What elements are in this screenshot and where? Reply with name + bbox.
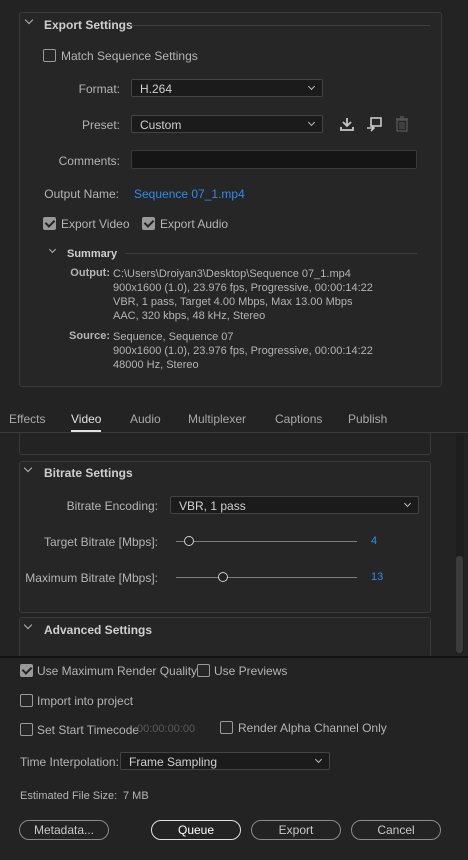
preset-label: Preset: [81,118,120,132]
start-timecode-value: 00:00:00:00 [137,723,196,735]
match-sequence-checkbox[interactable] [43,49,56,62]
preset-select[interactable]: Custom [131,115,323,133]
bitrate-settings-heading: Bitrate Settings [44,466,133,480]
previous-panel-bottom [19,433,431,455]
summary-heading: Summary [67,248,118,260]
divider [130,25,430,26]
render-alpha-checkbox[interactable] [220,721,233,734]
scrollbar-thumb[interactable] [456,556,463,653]
target-bitrate-label: Target Bitrate [Mbps]: [43,535,158,549]
import-into-project-label[interactable]: Import into project [37,694,133,708]
divider [125,253,417,254]
tab-video[interactable]: Video [71,412,101,426]
output-name-label: Output Name: [44,187,119,201]
export-video-checkbox[interactable] [43,217,56,230]
time-interpolation-select[interactable]: Frame Sampling [120,752,330,770]
summary-output-line: VBR, 1 pass, Target 4.00 Mbps, Max 13.00… [113,296,353,308]
chevron-down-icon [307,118,316,127]
import-preset-icon[interactable] [366,116,383,132]
summary-source-line: 900x1600 (1.0), 23.976 fps, Progressive,… [113,345,373,357]
export-button[interactable]: Export [251,820,341,840]
bitrate-encoding-label: Bitrate Encoding: [66,499,158,513]
cancel-button[interactable]: Cancel [351,820,441,840]
target-bitrate-value[interactable]: 4 [371,535,377,547]
chevron-down-icon [314,755,323,764]
set-start-timecode-checkbox[interactable] [20,723,33,736]
summary-output-line: 900x1600 (1.0), 23.976 fps, Progressive,… [113,282,373,294]
metadata-button[interactable]: Metadata... [19,820,109,840]
estimated-file-size-value: 7 MB [123,790,149,802]
summary-output-line: C:\Users\Droiyan3\Desktop\Sequence 07_1.… [113,268,351,280]
export-audio-label[interactable]: Export Audio [160,217,228,231]
tab-publish[interactable]: Publish [348,412,387,426]
target-bitrate-track[interactable] [176,541,357,542]
match-sequence-label[interactable]: Match Sequence Settings [61,49,198,63]
estimated-file-size-label: Estimated File Size: [20,790,118,802]
output-name-link[interactable]: Sequence 07_1.mp4 [134,187,245,201]
max-bitrate-track[interactable] [176,577,357,578]
tab-captions[interactable]: Captions [275,412,322,426]
max-bitrate-thumb[interactable] [218,572,229,582]
export-video-label[interactable]: Export Video [61,217,130,231]
chevron-down-icon [307,82,316,91]
summary-source-line: 48000 Hz, Stereo [113,359,199,371]
chevron-down-icon [403,499,412,508]
preset-value: Custom [140,118,182,132]
bitrate-encoding-value: VBR, 1 pass [179,499,246,513]
format-value: H.264 [140,82,173,96]
tab-multiplexer[interactable]: Multiplexer [188,412,246,426]
export-audio-checkbox[interactable] [142,217,155,230]
max-render-quality-label[interactable]: Use Maximum Render Quality [37,664,197,678]
use-previews-checkbox[interactable] [197,664,210,677]
summary-output-key: Output: [70,267,110,279]
format-label: Format: [78,82,120,96]
delete-preset-icon[interactable] [395,116,409,132]
set-start-timecode-label[interactable]: Set Start Timecode [37,723,139,737]
import-into-project-checkbox[interactable] [20,694,33,707]
use-previews-label[interactable]: Use Previews [214,664,287,678]
format-select[interactable]: H.264 [131,79,323,97]
summary-source-key: Source: [69,330,110,342]
target-bitrate-thumb[interactable] [183,536,194,546]
advanced-settings-heading: Advanced Settings [44,623,153,637]
comments-field[interactable] [131,150,417,169]
save-preset-icon[interactable] [339,116,355,132]
time-interpolation-label: Time Interpolation: [20,755,119,769]
tab-effects[interactable]: Effects [9,412,45,426]
summary-source-line: Sequence, Sequence 07 [113,331,234,343]
export-settings-heading: Export Settings [44,18,133,32]
summary-output-line: AAC, 320 kbps, 48 kHz, Stereo [113,310,266,322]
max-render-quality-checkbox[interactable] [20,664,33,677]
active-tab-indicator [71,430,101,432]
render-alpha-label[interactable]: Render Alpha Channel Only [238,721,387,735]
max-bitrate-label: Maximum Bitrate [Mbps]: [25,571,158,585]
max-bitrate-value[interactable]: 13 [371,571,383,583]
queue-button[interactable]: Queue [151,820,241,840]
bottom-divider [0,656,468,658]
bitrate-encoding-select[interactable]: VBR, 1 pass [170,496,419,514]
comments-label: Comments: [58,154,120,168]
tab-audio[interactable]: Audio [130,412,161,426]
time-interpolation-value: Frame Sampling [129,755,218,769]
